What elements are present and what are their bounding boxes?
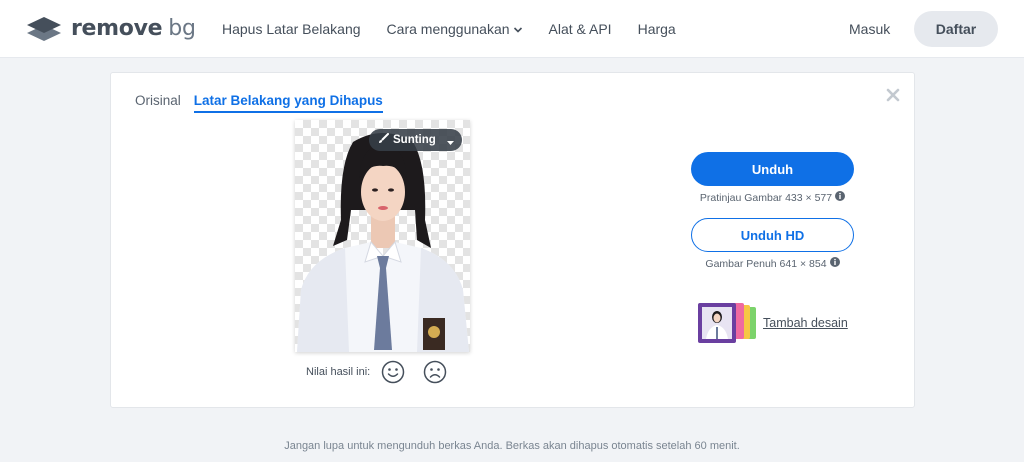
caret-down-icon: [447, 137, 454, 149]
tab-removed-background[interactable]: Latar Belakang yang Dihapus: [193, 93, 383, 113]
top-navbar: remove bg Hapus Latar Belakang Cara mengg…: [0, 0, 1024, 58]
brush-icon: [378, 133, 389, 147]
frown-icon[interactable]: [423, 360, 447, 384]
rating-row: Nilai hasil ini:: [306, 360, 465, 384]
download-hd-button[interactable]: Unduh HD: [691, 218, 854, 252]
result-card: Orisinal Latar Belakang yang Dihapus Sun…: [110, 72, 915, 408]
logo-text: remove bg: [71, 16, 196, 41]
nav-pricing[interactable]: Harga: [638, 21, 676, 37]
nav-remove-background[interactable]: Hapus Latar Belakang: [222, 21, 361, 37]
result-image-preview[interactable]: Sunting: [295, 120, 470, 352]
logo-layers-icon: [26, 15, 62, 43]
smile-icon[interactable]: [381, 360, 405, 384]
footer-note: Jangan lupa untuk mengunduh berkas Anda.…: [284, 440, 740, 452]
nav-how-to-use[interactable]: Cara menggunakan: [387, 21, 523, 37]
rating-label: Nilai hasil ini:: [306, 366, 371, 378]
download-hd-info: Gambar Penuh 641 × 854: [691, 257, 854, 270]
info-icon[interactable]: [829, 257, 840, 270]
design-thumbnails: [698, 303, 760, 343]
signup-button[interactable]: Daftar: [914, 11, 998, 47]
person-cutout-image: [297, 133, 469, 352]
download-button[interactable]: Unduh: [691, 152, 854, 186]
logo[interactable]: remove bg: [26, 14, 196, 44]
download-preview-info: Pratinjau Gambar 433 × 577: [691, 191, 854, 204]
add-design-label: Tambah desain: [763, 316, 848, 330]
add-design-link[interactable]: Tambah desain: [698, 303, 848, 343]
close-icon[interactable]: [884, 86, 902, 104]
result-tabs: Orisinal Latar Belakang yang Dihapus: [135, 93, 396, 113]
signin-link[interactable]: Masuk: [849, 21, 890, 37]
chevron-down-icon: [513, 21, 523, 37]
info-icon[interactable]: [835, 191, 846, 204]
nav-tools-api[interactable]: Alat & API: [549, 21, 612, 37]
edit-button-label: Sunting: [393, 134, 436, 146]
edit-button[interactable]: Sunting: [369, 129, 462, 151]
tab-original[interactable]: Orisinal: [135, 93, 181, 113]
main-nav: Hapus Latar Belakang Cara menggunakan Al…: [222, 0, 702, 58]
